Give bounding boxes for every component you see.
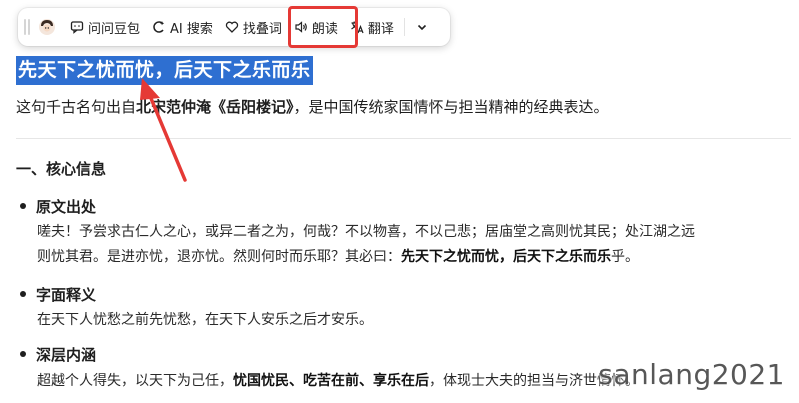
intro-text-pre: 这句千古名句出自	[16, 98, 137, 116]
intro-text-post: ，是中国传统家国情怀与担当精神的经典表达。	[293, 98, 609, 116]
meaning-text: 在天下人忧愁之前先忧愁，在天下人安乐之后才安乐。	[37, 312, 373, 328]
bullet-title-meaning: 字面释义	[20, 284, 96, 306]
toolbar-divider	[403, 18, 405, 36]
chevron-down-icon	[417, 24, 427, 31]
read-aloud-highlight-box	[288, 6, 358, 48]
more-button[interactable]	[409, 13, 435, 41]
intro-source: 北宋范仲淹《岳阳楼记》	[136, 98, 294, 116]
bullet-title-source: 原文出处	[20, 196, 96, 218]
bullet-title-connotation: 深层内涵	[20, 344, 96, 366]
connotation-text: 超越个人得失，以天下为己任，忧国忧民、吃苦在前、享乐在后，体现士大夫的担当与济世…	[37, 369, 639, 394]
bullet-title-meaning-label: 字面释义	[36, 286, 97, 304]
bullet-title-connotation-label: 深层内涵	[36, 346, 97, 364]
source-text-line-2: 则忧其君。是进亦忧，退亦忧。然则何时而乐耶？其必曰：先天下之忧而忧，后天下之乐而…	[37, 245, 639, 270]
watermark: sanlang2021	[598, 358, 785, 391]
bullet-title-source-label: 原文出处	[36, 198, 97, 216]
source-text-line-2-post: 乎。	[611, 249, 639, 265]
bullet-dot	[20, 350, 26, 357]
ai-search-button[interactable]: AI 搜索	[146, 13, 219, 41]
find-button[interactable]: 找叠词	[219, 13, 288, 41]
ai-search-icon	[153, 21, 165, 33]
bullet-dot	[20, 290, 26, 297]
source-text-line-2-pre: 则忧其君。是进亦忧，退亦忧。然则何时而乐耶？其必曰：	[37, 249, 401, 265]
source-text-line-1: 嗟夫！予尝求古仁人之心，或异二者之为，何哉？不以物喜，不以己悲；居庙堂之高则忧其…	[37, 224, 695, 240]
section-divider	[16, 138, 791, 139]
ai-search-label: AI 搜索	[170, 21, 213, 37]
intro-paragraph: 这句千古名句出自北宋范仲淹《岳阳楼记》，是中国传统家国情怀与担当精神的经典表达。	[16, 96, 609, 118]
selected-headline: 先天下之忧而忧，后天下之乐而乐	[16, 56, 313, 85]
avatar-icon[interactable]	[38, 18, 56, 36]
bullet-dot	[20, 202, 26, 209]
selection-toolbar: 问问豆包 AI 搜索 找叠词 朗读 翻译	[18, 8, 450, 46]
ask-doubao-label: 问问豆包	[88, 21, 141, 37]
find-label: 找叠词	[242, 21, 282, 37]
connotation-text-pre: 超越个人得失，以天下为己任，	[37, 373, 233, 389]
chat-icon	[70, 21, 84, 34]
source-text-quote: 先天下之忧而忧，后天下之乐而乐	[401, 249, 611, 265]
drag-handle-icon[interactable]	[24, 19, 32, 35]
heart-icon	[225, 21, 239, 33]
connotation-text-bold: 忧国忧民、吃苦在前、享乐在后	[233, 373, 429, 389]
section-title: 一、核心信息	[16, 160, 107, 178]
translate-label: 翻译	[367, 21, 394, 37]
ask-doubao-button[interactable]: 问问豆包	[64, 13, 146, 41]
